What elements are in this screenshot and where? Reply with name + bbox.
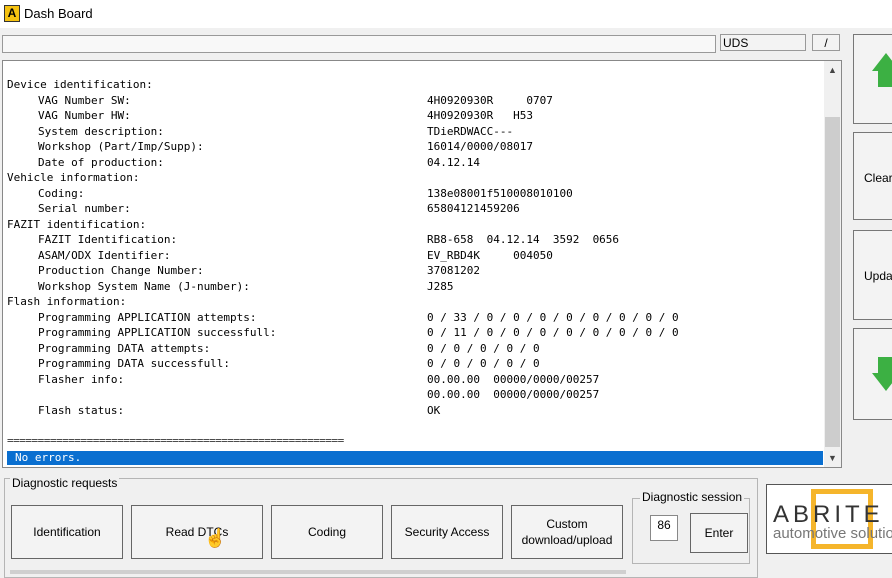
output-line-label: Production Change Number: [38, 264, 204, 277]
abrites-logo: ABRITE automotive solutions [766, 484, 892, 554]
address-field[interactable] [2, 35, 716, 53]
update-button[interactable]: Updat [853, 230, 892, 320]
output-line-value: TDieRDWACC--- [427, 124, 514, 138]
output-line-label: ASAM/ODX Identifier: [38, 248, 171, 262]
scroll-down-icon[interactable]: ▼ [827, 453, 838, 465]
output-panel: Device identification: VAG Number SW: 4H09… [2, 60, 842, 468]
output-divider: ========================================… [7, 434, 344, 447]
output-line-value: 00.00.00 00000/0000/00257 [427, 388, 600, 401]
diagnostic-session-label: Diagnostic session [640, 490, 745, 504]
output-line-value: 65804121459206 [427, 202, 520, 215]
output-line-label: Flash status: [38, 403, 125, 417]
output-line-label: Programming DATA attempts: [38, 341, 211, 355]
output-line-value: 4H0920930R 0707 [427, 93, 553, 107]
custom-download-upload-button[interactable]: Custom download/upload [511, 505, 623, 559]
output-line-label: Vehicle information: [7, 171, 140, 184]
output-line-label: Serial number: [38, 202, 131, 215]
output-line-value: J285 [427, 279, 454, 293]
output-line-value: 0 / 11 / 0 / 0 / 0 / 0 / 0 / 0 / 0 / 0 [427, 326, 679, 339]
output-line-label: Programming APPLICATION successfull: [38, 326, 277, 339]
protocol-field[interactable]: UDS [720, 34, 806, 51]
output-line-value: 0 / 0 / 0 / 0 / 0 [427, 357, 540, 370]
output-line-label: Flash information: [7, 295, 127, 308]
output-line-label: System description: [38, 124, 164, 138]
lower-button-row-edge [10, 570, 626, 574]
output-line-value: EV_RBD4K 004050 [427, 248, 553, 262]
read-dtcs-button[interactable]: Read DTCs [131, 505, 263, 559]
output-line-value: 4H0920930R H53 [427, 109, 533, 122]
output-line-value: 0 / 33 / 0 / 0 / 0 / 0 / 0 / 0 / 0 / 0 [427, 310, 679, 324]
diagnostic-requests-label: Diagnostic requests [10, 476, 120, 490]
logo-subtext: automotive solutions [773, 525, 892, 542]
green-up-arrow-icon [872, 53, 892, 71]
output-line-value: 00.00.00 00000/0000/00257 [427, 372, 600, 386]
green-down-arrow-stem [878, 357, 892, 373]
slash-field[interactable]: / [812, 34, 840, 51]
output-line-label: Programming APPLICATION attempts: [38, 310, 257, 324]
vertical-scrollbar[interactable]: ▲ ▼ [824, 61, 841, 467]
output-line-label: VAG Number SW: [38, 93, 131, 107]
output-line-value: OK [427, 403, 441, 417]
output-line-value: 04.12.14 [427, 155, 480, 169]
clear-button[interactable]: Clear [853, 132, 892, 220]
output-line-value: 16014/0000/08017 [427, 140, 533, 153]
clear-button-label: Clear [864, 171, 892, 185]
coding-button[interactable]: Coding [271, 505, 383, 559]
app-icon: A [4, 5, 20, 22]
output-line-value: 138e08001f510008010100 [427, 186, 573, 200]
output-line-label: Workshop (Part/Imp/Supp): [38, 140, 204, 153]
scroll-up-icon[interactable]: ▲ [827, 65, 838, 77]
green-down-arrow-icon [872, 373, 892, 391]
identification-button[interactable]: Identification [11, 505, 123, 559]
window-title: Dash Board [24, 6, 93, 21]
output-line-label: Coding: [38, 186, 85, 200]
output-line-label: Device identification: [7, 78, 153, 91]
output-line-label: FAZIT identification: [7, 217, 147, 231]
scroll-down-button[interactable] [853, 328, 892, 420]
output-line-label: Programming DATA successfull: [38, 357, 231, 370]
green-up-arrow-stem [878, 71, 892, 87]
output-line-value: 0 / 0 / 0 / 0 / 0 [427, 341, 540, 355]
scroll-thumb[interactable] [825, 117, 840, 447]
output-line-label: Workshop System Name (J-number): [38, 279, 250, 293]
enter-button[interactable]: Enter [690, 513, 748, 553]
output-line-label: FAZIT Identification: [38, 233, 178, 246]
scroll-up-button[interactable] [853, 34, 892, 124]
status-line: No errors. [7, 451, 823, 465]
output-line-value: 37081202 [427, 264, 480, 277]
output-line-label: Flasher info: [38, 372, 125, 386]
output-line-label: VAG Number HW: [38, 109, 131, 122]
mouse-cursor-icon: ☝ [204, 528, 227, 548]
title-bar: A Dash Board [0, 0, 892, 28]
security-access-button[interactable]: Security Access [391, 505, 503, 559]
output-line-value: RB8-658 04.12.14 3592 0656 [427, 233, 620, 246]
update-button-label: Updat [864, 269, 892, 283]
session-id-input[interactable]: 86 [650, 515, 678, 541]
output-line-label: Date of production: [38, 155, 164, 169]
